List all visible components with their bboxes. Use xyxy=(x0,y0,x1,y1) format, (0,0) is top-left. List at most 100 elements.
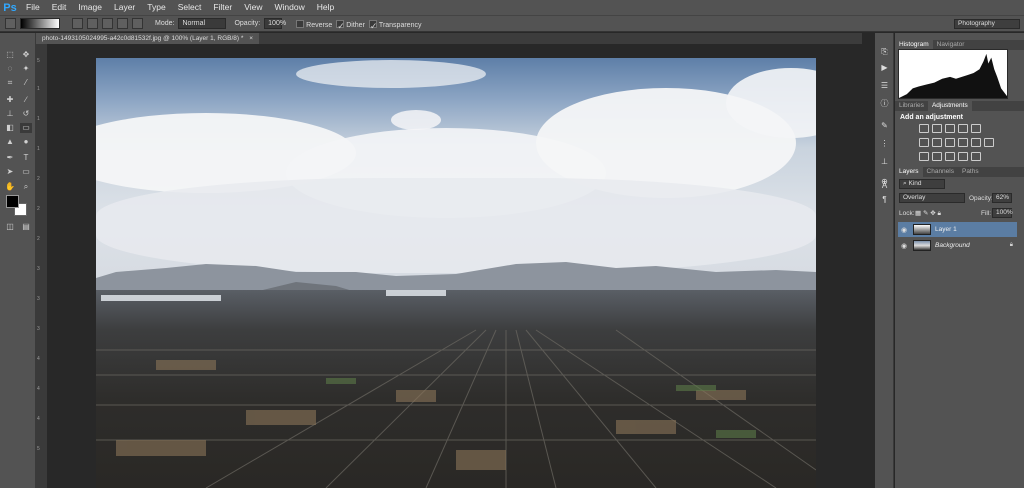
zoom-tool-icon[interactable]: ⌕ xyxy=(20,182,32,192)
layer-row[interactable]: ◉ Background 🔒︎ xyxy=(898,238,1017,253)
eyedropper-icon[interactable]: ⁄ xyxy=(20,78,32,88)
actions-play-icon[interactable]: ▶ xyxy=(879,63,890,73)
history-brush-icon[interactable]: ↺ xyxy=(20,109,32,119)
ruler-tick: 2 xyxy=(37,176,40,182)
ruler-tick: 4 xyxy=(37,416,40,422)
blur-tool-icon[interactable]: ▲ xyxy=(4,137,16,147)
lock-icons[interactable]: ▦ ✎ ✥ 🔒︎ xyxy=(915,209,941,218)
hue-saturation-icon[interactable] xyxy=(919,138,929,147)
brushes-icon[interactable]: ✎ xyxy=(879,121,890,131)
brush-tool-icon[interactable]: ∕ xyxy=(20,95,32,105)
black-white-icon[interactable] xyxy=(945,138,955,147)
transparency-label: Transparency xyxy=(378,21,422,29)
photo-filter-icon[interactable] xyxy=(958,138,968,147)
fill-field[interactable]: 100% xyxy=(992,208,1013,218)
healing-brush-icon[interactable]: ✚ xyxy=(4,95,16,105)
gradient-map-icon[interactable] xyxy=(971,152,981,161)
screen-mode-icon[interactable]: ▤ xyxy=(20,222,32,232)
type-tool-icon[interactable]: T xyxy=(20,153,32,163)
properties-icon[interactable]: ☰ xyxy=(879,81,890,91)
dodge-tool-icon[interactable]: ● xyxy=(20,137,32,147)
brightness-contrast-icon[interactable] xyxy=(919,124,929,133)
menu-type[interactable]: Type xyxy=(141,0,171,15)
visibility-eye-icon[interactable]: ◉ xyxy=(901,242,909,250)
menu-view[interactable]: View xyxy=(238,0,268,15)
quick-mask-icon[interactable]: ◫ xyxy=(4,222,16,232)
layer-thumbnail xyxy=(913,240,931,251)
layer-row[interactable]: ◉ Layer 1 xyxy=(898,222,1017,237)
gradient-picker[interactable] xyxy=(20,18,60,29)
rectangle-tool-icon[interactable]: ▭ xyxy=(20,167,32,177)
workspace-switcher[interactable]: Photography xyxy=(954,19,1020,29)
clone-source-icon[interactable]: ⊥ xyxy=(879,157,890,167)
gradient-tool-icon[interactable]: ▭ xyxy=(20,123,32,133)
layer-filter-kind[interactable]: ⌕ Kind xyxy=(899,179,945,189)
threshold-icon[interactable] xyxy=(945,152,955,161)
foreground-color-swatch[interactable] xyxy=(6,195,19,208)
paragraph-icon[interactable]: ¶ xyxy=(879,195,890,205)
hand-tool-icon[interactable]: ✋ xyxy=(4,182,16,192)
menu-window[interactable]: Window xyxy=(268,0,310,15)
color-balance-icon[interactable] xyxy=(932,138,942,147)
clone-stamp-icon[interactable]: ⊥ xyxy=(4,109,16,119)
blend-mode-select[interactable]: Overlay xyxy=(899,193,965,203)
diamond-gradient-button[interactable] xyxy=(132,18,143,29)
tab-adjustments[interactable]: Adjustments xyxy=(927,101,972,111)
pen-tool-icon[interactable]: ✒ xyxy=(4,153,16,163)
invert-icon[interactable] xyxy=(919,152,929,161)
tab-layers[interactable]: Layers xyxy=(895,167,923,177)
document-image[interactable] xyxy=(96,58,816,488)
ruler-tick: 5 xyxy=(37,58,40,64)
reverse-checkbox[interactable]: Reverse xyxy=(296,19,332,29)
layers-tabs: Layers Channels Paths xyxy=(895,167,1024,177)
vibrance-icon[interactable] xyxy=(971,124,981,133)
posterize-icon[interactable] xyxy=(932,152,942,161)
lasso-tool-icon[interactable]: ◌ xyxy=(4,64,16,74)
curves-icon[interactable] xyxy=(945,124,955,133)
collapsed-panel-dock: ⎘ ▶ ☰ ⓘ ✎ ⋮ ⊥ ⊕ A ¶ xyxy=(875,33,894,488)
transparency-checkbox[interactable]: ✓Transparency xyxy=(368,19,422,31)
layer-opacity-field[interactable]: 62% xyxy=(992,193,1012,203)
linear-gradient-button[interactable] xyxy=(72,18,83,29)
menu-image[interactable]: Image xyxy=(72,0,108,15)
selective-color-icon[interactable] xyxy=(958,152,968,161)
dither-checkbox[interactable]: ✓Dither xyxy=(336,19,365,31)
radial-gradient-button[interactable] xyxy=(87,18,98,29)
tab-channels[interactable]: Channels xyxy=(923,167,958,177)
levels-icon[interactable] xyxy=(932,124,942,133)
exposure-icon[interactable] xyxy=(958,124,968,133)
eraser-tool-icon[interactable]: ◧ xyxy=(4,123,16,133)
tab-paths[interactable]: Paths xyxy=(958,167,983,177)
document-tab[interactable]: photo-1493105024995-a42c0d81532f.jpg @ 1… xyxy=(36,33,259,44)
path-selection-icon[interactable]: ➤ xyxy=(4,167,16,177)
brush-presets-icon[interactable]: ⋮ xyxy=(879,139,890,149)
crop-tool-icon[interactable]: ⌗ xyxy=(4,78,16,88)
mode-select[interactable]: Normal xyxy=(178,18,227,29)
menu-filter[interactable]: Filter xyxy=(207,0,238,15)
color-lookup-icon[interactable] xyxy=(984,138,994,147)
reflected-gradient-button[interactable] xyxy=(117,18,128,29)
character-icon[interactable]: A xyxy=(879,181,890,191)
opacity-field[interactable]: 100% xyxy=(264,18,286,29)
options-bar: Mode: Normal Opacity: 100% Reverse ✓Dith… xyxy=(0,15,1024,32)
visibility-eye-icon[interactable]: ◉ xyxy=(901,226,909,234)
info-icon[interactable]: ⓘ xyxy=(879,99,890,109)
menu-help[interactable]: Help xyxy=(311,0,340,15)
tab-libraries[interactable]: Libraries xyxy=(895,101,928,111)
menu-select[interactable]: Select xyxy=(172,0,208,15)
tool-preset-picker[interactable] xyxy=(5,18,16,29)
magic-wand-icon[interactable]: ✦ xyxy=(20,64,32,74)
farmland xyxy=(96,290,816,488)
ruler-tick: 2 xyxy=(37,206,40,212)
menu-file[interactable]: File xyxy=(20,0,46,15)
menu-edit[interactable]: Edit xyxy=(46,0,73,15)
history-icon[interactable]: ⎘ xyxy=(879,47,890,57)
ruler-tick: 2 xyxy=(37,236,40,242)
marquee-tool-icon[interactable]: ⬚ xyxy=(4,50,16,60)
close-icon[interactable]: × xyxy=(249,35,253,42)
channel-mixer-icon[interactable] xyxy=(971,138,981,147)
move-tool-icon[interactable]: ✥ xyxy=(20,50,32,60)
angle-gradient-button[interactable] xyxy=(102,18,113,29)
menu-layer[interactable]: Layer xyxy=(108,0,141,15)
tools-panel: ⬚ ✥ ◌ ✦ ⌗ ⁄ ✚ ∕ ⊥ ↺ ◧ ▭ ▲ ● ✒ T ➤ ▭ ✋ ⌕ … xyxy=(0,33,36,488)
